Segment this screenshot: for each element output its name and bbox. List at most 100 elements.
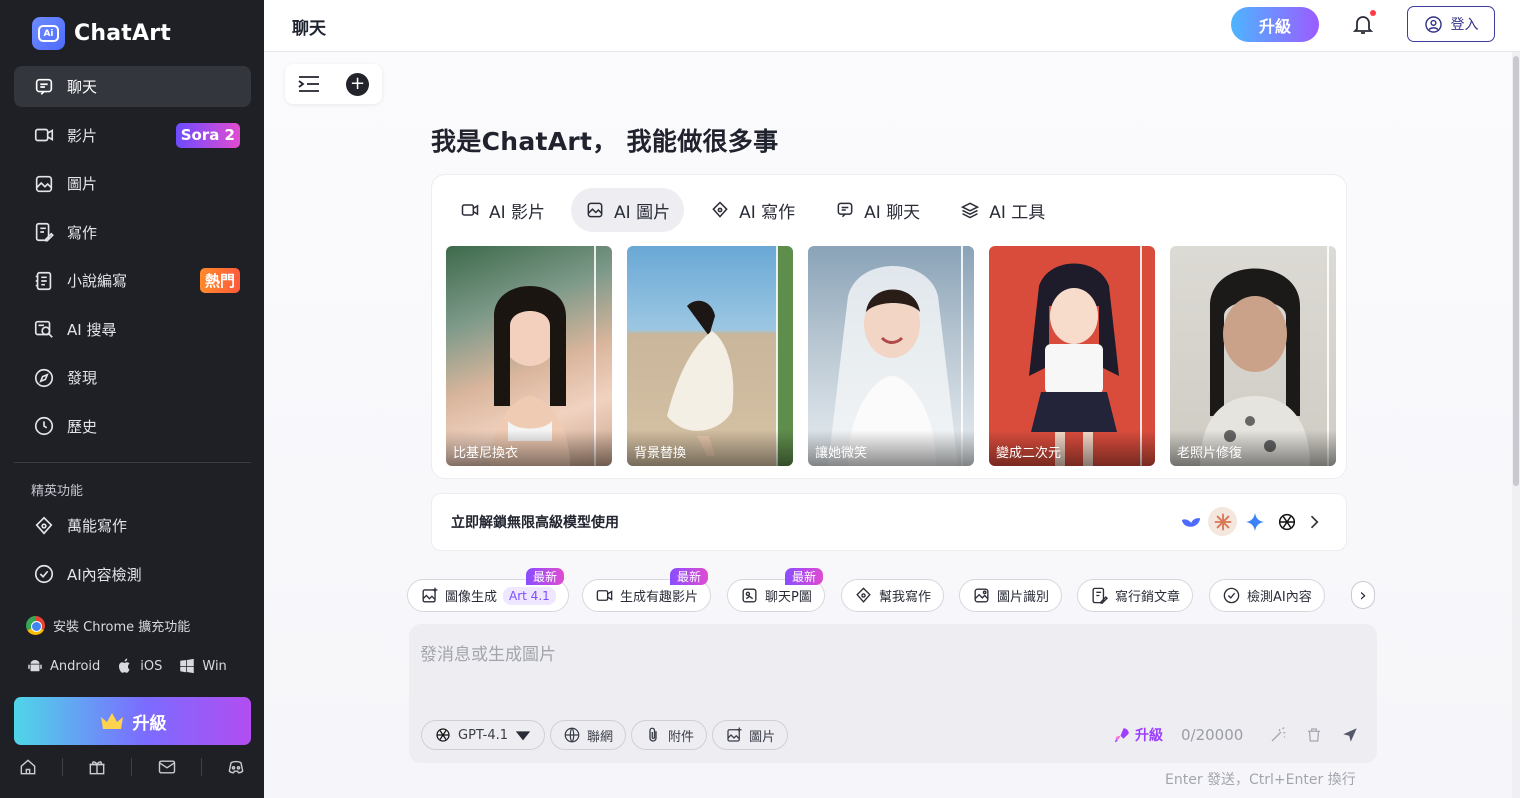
- scrollbar[interactable]: [1512, 52, 1520, 798]
- composer-actions: 升級 0/20000: [1113, 725, 1359, 745]
- tab-ai-chat[interactable]: AI 聊天: [821, 188, 934, 232]
- unlock-text: 立即解鎖無限高級模型使用: [451, 515, 619, 531]
- fun-video-chip[interactable]: 生成有趣影片 最新: [582, 568, 712, 612]
- thumbnail-restore[interactable]: 老照片修復: [1170, 246, 1336, 466]
- thumbnail-background[interactable]: 背景替換: [627, 246, 793, 466]
- example-thumbnails: 比基尼換衣 背景替換 讓她微笑 變成二次元 老照片修復: [446, 246, 1336, 466]
- install-chrome-extension[interactable]: 安裝 Chrome 擴充功能: [26, 616, 190, 635]
- feature-card: AI 影片 AI 圖片 AI 寫作 AI 聊天 AI 工具 比基尼換衣 背景替換: [431, 174, 1347, 479]
- sidebar-divider: [14, 462, 251, 463]
- apple-icon[interactable]: [116, 657, 134, 675]
- help-write-chip[interactable]: 幫我寫作: [841, 579, 945, 612]
- sidebar-toggle-icon[interactable]: [298, 75, 320, 93]
- search-icon: [34, 320, 53, 338]
- gemini-icon: [1240, 507, 1269, 536]
- model-selector[interactable]: GPT-4.1: [421, 720, 546, 750]
- chip-label: 圖片識別: [997, 590, 1050, 605]
- web-label: 聯網: [587, 729, 614, 745]
- video-icon: [34, 128, 54, 142]
- login-button[interactable]: 登入: [1407, 6, 1495, 42]
- message-input[interactable]: [420, 640, 1360, 700]
- magic-wand-icon[interactable]: [1269, 726, 1287, 744]
- sidebar-upgrade-button[interactable]: 升級: [14, 697, 251, 745]
- android-icon[interactable]: [26, 657, 44, 675]
- windows-icon[interactable]: [178, 657, 196, 675]
- login-label: 登入: [1450, 17, 1479, 33]
- discord-icon[interactable]: [226, 757, 246, 777]
- novel-icon: [35, 271, 52, 290]
- web-search-toggle[interactable]: 聯網: [550, 720, 627, 750]
- chat-edit-image-chip[interactable]: 聊天P圖 最新: [727, 568, 825, 612]
- image-plus-icon: [422, 587, 438, 603]
- new-chat-button[interactable]: +: [346, 72, 369, 96]
- chips-scroll-right-button[interactable]: ›: [1351, 581, 1375, 609]
- sidebar-upgrade-label: 升級: [132, 713, 167, 734]
- tab-ai-video[interactable]: AI 影片: [446, 188, 559, 232]
- sidebar-item-discover[interactable]: 發現: [14, 357, 251, 398]
- trash-icon[interactable]: [1305, 726, 1323, 744]
- sidebar-item-ai-search[interactable]: AI 搜尋: [14, 309, 251, 350]
- mail-icon[interactable]: [157, 757, 177, 777]
- sidebar-item-ai-detection[interactable]: AI內容檢測: [14, 554, 251, 595]
- attach-button[interactable]: 附件: [631, 720, 708, 750]
- sidebar-item-image[interactable]: 圖片: [14, 163, 251, 204]
- pen-icon: [856, 587, 871, 603]
- chip-label: 幫我寫作: [879, 590, 932, 605]
- android-label[interactable]: Android: [50, 659, 100, 674]
- gift-icon[interactable]: [87, 757, 107, 777]
- thumbnail-anime[interactable]: 變成二次元: [989, 246, 1155, 466]
- history-icon: [34, 416, 54, 436]
- document-icon: [1092, 587, 1108, 604]
- ios-label[interactable]: iOS: [140, 659, 162, 674]
- tab-ai-writing[interactable]: AI 寫作: [696, 188, 809, 232]
- app-logo[interactable]: Ai ChatArt: [32, 17, 171, 50]
- thumbnail-bikini[interactable]: 比基尼換衣: [446, 246, 612, 466]
- layers-icon: [961, 202, 980, 219]
- pen-icon: [712, 201, 728, 218]
- rocket-icon: [1114, 728, 1129, 743]
- sidebar-item-label: 影片: [67, 126, 98, 145]
- composer-upgrade-link[interactable]: 升級: [1113, 725, 1163, 745]
- hot-badge: 熱門: [199, 268, 240, 293]
- unlock-models-bar[interactable]: 立即解鎖無限高級模型使用: [431, 493, 1347, 551]
- elite-nav: 萬能寫作 AI內容檢測: [14, 505, 251, 602]
- tab-ai-tools[interactable]: AI 工具: [946, 188, 1059, 232]
- logo-text: ChatArt: [74, 21, 171, 46]
- sidebar-nav: 聊天 影片 Sora 2 圖片 寫作 小說編寫 熱門 AI 搜尋 發現 歷史: [14, 66, 251, 454]
- sidebar-item-write[interactable]: 寫作: [14, 212, 251, 253]
- sidebar-item-video[interactable]: 影片 Sora 2: [14, 115, 251, 156]
- sidebar-item-label: 萬能寫作: [67, 517, 128, 535]
- image-generation-chip[interactable]: 圖像生成 Art 4.1 最新: [407, 568, 569, 612]
- thumbnail-caption: 讓她微笑: [808, 430, 974, 466]
- tab-ai-image[interactable]: AI 圖片: [571, 188, 685, 232]
- chevron-right-icon[interactable]: [1304, 512, 1324, 532]
- header-upgrade-button[interactable]: 升級: [1231, 7, 1319, 42]
- composer-tools: GPT-4.1 聯網 附件 圖片: [421, 720, 789, 750]
- thumbnail-smile[interactable]: 讓她微笑: [808, 246, 974, 466]
- win-label[interactable]: Win: [202, 659, 226, 674]
- image-upload-button[interactable]: 圖片: [712, 720, 789, 750]
- crown-icon: [100, 713, 123, 729]
- sidebar-item-chat[interactable]: 聊天: [14, 66, 251, 107]
- message-composer: GPT-4.1 聯網 附件 圖片 升級 0/20000: [409, 624, 1377, 763]
- send-icon[interactable]: [1341, 726, 1359, 744]
- image-scan-icon: [974, 588, 989, 603]
- paperclip-icon: [649, 727, 657, 742]
- check-icon: [34, 564, 54, 584]
- check-icon: [1223, 587, 1240, 604]
- sidebar-item-universal-writing[interactable]: 萬能寫作: [14, 505, 251, 546]
- detect-ai-chip[interactable]: 檢測AI內容: [1209, 579, 1325, 612]
- chip-label: 檢測AI內容: [1247, 590, 1312, 605]
- image-recognition-chip[interactable]: 圖片識別: [959, 579, 1063, 612]
- sidebar-item-history[interactable]: 歷史: [14, 406, 251, 447]
- tab-label: AI 聊天: [864, 202, 921, 223]
- tab-label: AI 影片: [489, 202, 546, 223]
- upgrade-link-label: 升級: [1135, 728, 1163, 744]
- page-title: 聊天: [292, 19, 326, 39]
- model-label: GPT-4.1: [458, 727, 509, 743]
- chat-icon: [35, 78, 53, 95]
- sidebar-item-novel[interactable]: 小說編寫 熱門: [14, 260, 251, 301]
- chip-label: 聊天P圖: [765, 590, 812, 605]
- marketing-article-chip[interactable]: 寫行銷文章: [1077, 579, 1194, 612]
- home-icon[interactable]: [18, 757, 38, 777]
